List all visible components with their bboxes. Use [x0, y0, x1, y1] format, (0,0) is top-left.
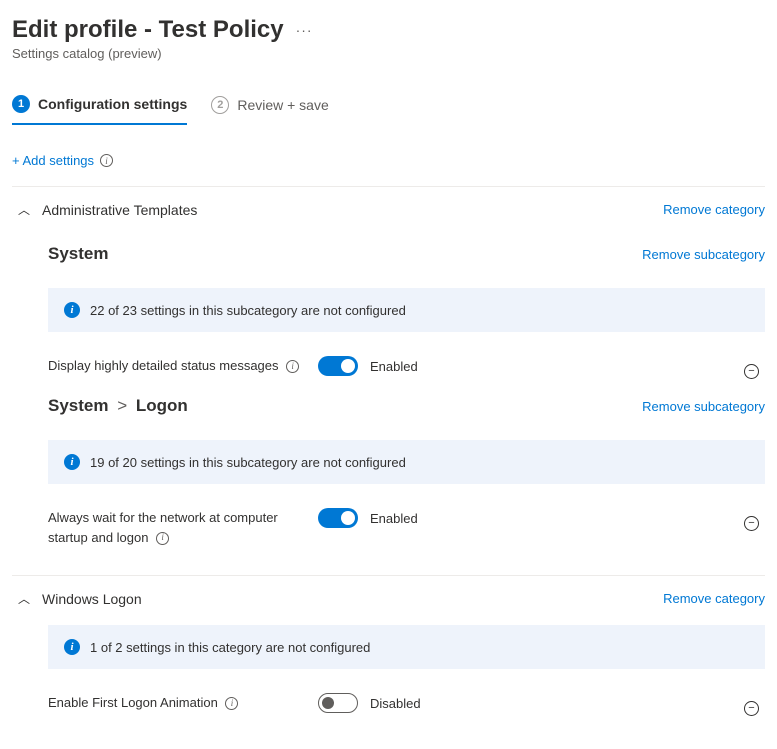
remove-category-button[interactable]: Remove category: [663, 591, 765, 606]
remove-subcategory-button[interactable]: Remove subcategory: [642, 399, 765, 414]
tabs: 1 Configuration settings 2 Review + save: [12, 95, 765, 125]
breadcrumb-part: Logon: [136, 396, 188, 415]
info-text: 22 of 23 settings in this subcategory ar…: [90, 303, 406, 318]
category-windows-logon: ︿ Windows Logon Remove category i 1 of 2…: [12, 576, 765, 713]
info-icon[interactable]: i: [156, 532, 169, 545]
step-2-badge: 2: [211, 96, 229, 114]
category-title: Administrative Templates: [42, 202, 197, 218]
chevron-up-icon[interactable]: ︿: [18, 590, 30, 607]
info-text: 1 of 2 settings in this category are not…: [90, 640, 370, 655]
tab-1-label: Configuration settings: [38, 96, 187, 112]
remove-setting-icon[interactable]: −: [744, 516, 759, 531]
subcategory-title: System > Logon: [48, 396, 188, 416]
tab-configuration-settings[interactable]: 1 Configuration settings: [12, 95, 187, 125]
page-title: Edit profile - Test Policy: [12, 16, 284, 44]
info-icon: i: [64, 454, 80, 470]
toggle-switch[interactable]: [318, 693, 358, 713]
info-text: 19 of 20 settings in this subcategory ar…: [90, 455, 406, 470]
remove-category-button[interactable]: Remove category: [663, 202, 765, 217]
info-icon[interactable]: i: [286, 360, 299, 373]
toggle-switch[interactable]: [318, 356, 358, 376]
toggle-state: Disabled: [370, 696, 421, 711]
page-subtitle: Settings catalog (preview): [12, 46, 765, 61]
step-1-badge: 1: [12, 95, 30, 113]
add-settings-button[interactable]: + Add settings i: [12, 153, 765, 168]
info-bar: i 1 of 2 settings in this category are n…: [48, 625, 765, 669]
breadcrumb-part: System: [48, 396, 108, 415]
setting-label: Enable First Logon Animation: [48, 695, 218, 710]
remove-setting-icon[interactable]: −: [744, 364, 759, 379]
toggle-state: Enabled: [370, 359, 418, 374]
setting-row-first-logon-animation: Enable First Logon Animation i Disabled …: [48, 693, 765, 713]
breadcrumb-sep: >: [117, 396, 127, 415]
toggle-state: Enabled: [370, 511, 418, 526]
info-icon: i: [64, 302, 80, 318]
remove-setting-icon[interactable]: −: [744, 701, 759, 716]
setting-row-display-status: Display highly detailed status messages …: [48, 356, 765, 376]
subcategory-title: System: [48, 244, 108, 264]
setting-row-wait-network: Always wait for the network at computer …: [48, 508, 765, 547]
remove-subcategory-button[interactable]: Remove subcategory: [642, 247, 765, 262]
info-bar: i 19 of 20 settings in this subcategory …: [48, 440, 765, 484]
subcategory-system: System Remove subcategory i 22 of 23 set…: [12, 244, 765, 376]
category-admin-templates: ︿ Administrative Templates Remove catego…: [12, 187, 765, 547]
subcategory-system-logon: System > Logon Remove subcategory i 19 o…: [12, 396, 765, 547]
info-icon[interactable]: i: [225, 697, 238, 710]
setting-label: Display highly detailed status messages: [48, 358, 279, 373]
subcategory-none: i 1 of 2 settings in this category are n…: [12, 625, 765, 713]
more-icon[interactable]: ···: [296, 22, 313, 38]
add-settings-label: + Add settings: [12, 153, 94, 168]
chevron-up-icon[interactable]: ︿: [18, 201, 30, 218]
info-icon[interactable]: i: [100, 154, 113, 167]
info-icon: i: [64, 639, 80, 655]
toggle-switch[interactable]: [318, 508, 358, 528]
tab-review-save[interactable]: 2 Review + save: [211, 95, 328, 125]
info-bar: i 22 of 23 settings in this subcategory …: [48, 288, 765, 332]
category-title: Windows Logon: [42, 591, 142, 607]
tab-2-label: Review + save: [237, 97, 328, 113]
